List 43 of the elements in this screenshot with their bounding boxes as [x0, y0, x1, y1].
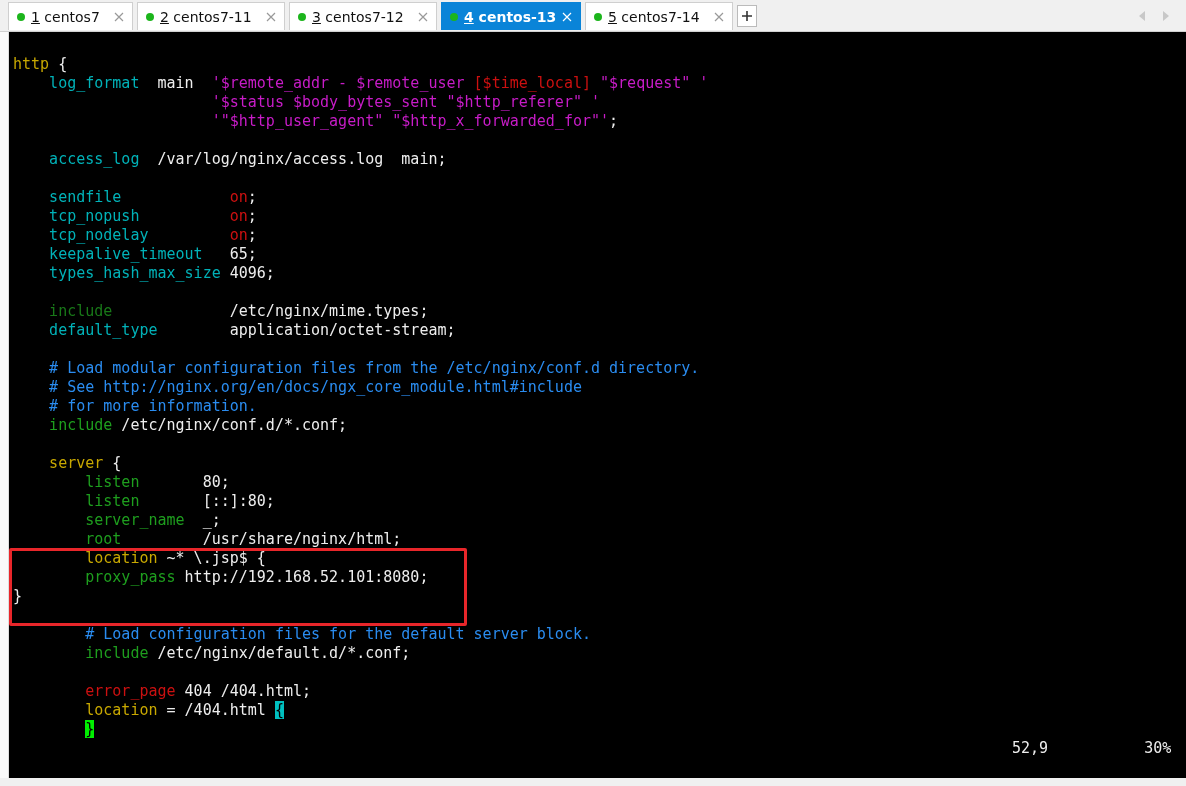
close-icon[interactable] [266, 11, 276, 22]
code-line: types_hash_max_size 4096; [48, 264, 275, 283]
code-line: tcp_nodelay on; [48, 226, 257, 245]
cursor-position: 52,9 [1012, 739, 1049, 758]
code-line: access_log /var/log/nginx/access.log main; [48, 150, 447, 169]
code-line: server_name _; [84, 511, 221, 530]
code-line: '$status $body_bytes_sent "$http_referer" ' [210, 93, 600, 112]
code-line: sendfile on; [48, 188, 257, 207]
add-tab-button[interactable] [737, 5, 757, 27]
session-tab[interactable]: 5 centos7-14 [585, 2, 733, 30]
code-line: include /etc/nginx/default.d/*.conf; [84, 644, 411, 663]
scroll-percent: 30% [1144, 739, 1172, 758]
code-line: root /usr/share/nginx/html; [84, 530, 402, 549]
close-icon[interactable] [114, 11, 124, 22]
code-line: # Load configuration files for the default server block. [84, 625, 591, 644]
code-line: location = /404.html { [84, 701, 284, 720]
code-line: # See http://nginx.org/en/docs/ngx_core_module.html#include [48, 378, 582, 397]
session-tab[interactable]: 1 centos7 [8, 2, 133, 30]
session-tab[interactable]: 3 centos7-12 [289, 2, 437, 30]
code-line: keepalive_timeout 65; [48, 245, 257, 264]
code-line: # Load modular configuration files from the /etc/nginx/conf.d directory. [48, 359, 700, 378]
code-line: '"$http_user_agent" "$http_x_forwarded_for"'; [210, 112, 619, 131]
scroll-right-icon[interactable] [1162, 11, 1170, 21]
code-line: listen 80; [84, 473, 230, 492]
code-line: server { [48, 454, 122, 473]
session-tab[interactable]: 2 centos7-11 [137, 2, 285, 30]
code-line: location ~* \.jsp$ { [84, 549, 266, 568]
code-line: default_type application/octet-stream; [48, 321, 456, 340]
code-line: tcp_nopush on; [48, 207, 257, 226]
plus-icon [741, 10, 753, 22]
code-line: listen [::]:80; [84, 492, 275, 511]
close-icon[interactable] [714, 11, 724, 22]
code-line: include /etc/nginx/mime.types; [48, 302, 429, 321]
code-line: } [13, 587, 23, 606]
session-tab[interactable]: 4 centos-13 [441, 2, 581, 30]
code-line: proxy_pass http://192.168.52.101:8080; [84, 568, 429, 587]
scroll-left-icon[interactable] [1138, 11, 1146, 21]
code-line: include /etc/nginx/conf.d/*.conf; [48, 416, 348, 435]
code-line: # for more information. [48, 397, 257, 416]
code-line: http { [13, 55, 68, 74]
code-line: error_page 404 /404.html; [84, 682, 312, 701]
close-icon[interactable] [418, 11, 428, 22]
code-line: log_format main '$remote_addr - $remote_user [$time_local] "$request" ' [48, 74, 709, 93]
